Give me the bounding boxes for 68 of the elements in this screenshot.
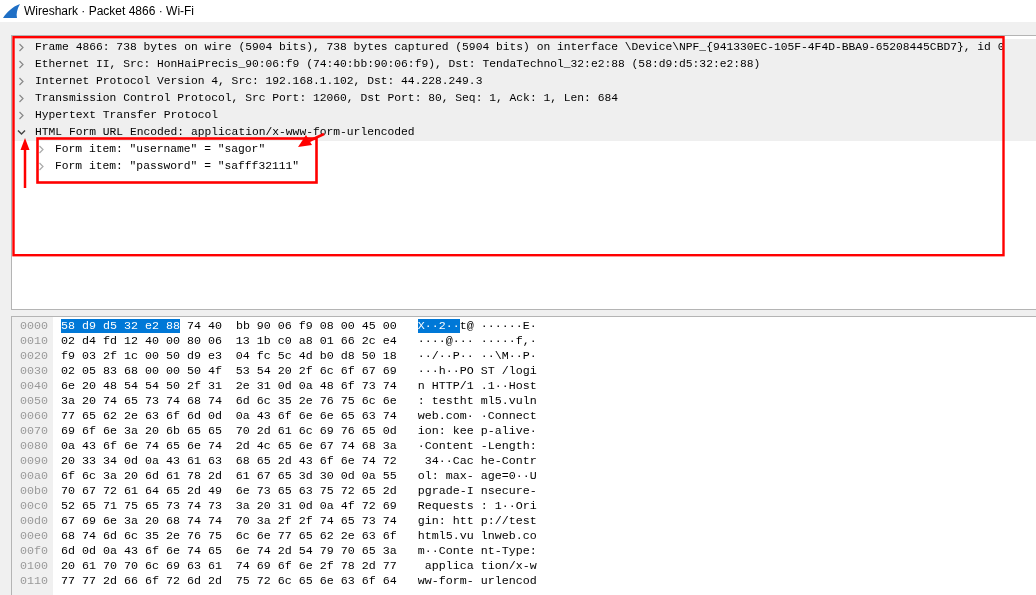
ascii-text: ion: kee p-alive· xyxy=(417,424,537,439)
byte-offset: 0010 xyxy=(20,334,49,349)
ascii-text: pgrade-I nsecure- xyxy=(417,484,537,499)
hex-bytes: 0a 43 6f 6e 74 65 6e 74 2d 4c 65 6e 67 74 68 3a xyxy=(61,439,397,454)
hex-bytes: 20 33 34 0d 0a 43 61 63 68 65 2d 43 6f 6e 74 72 xyxy=(61,454,397,469)
byte-offset: 0040 xyxy=(20,379,49,394)
ascii-text: ol: max- age=0··U xyxy=(417,469,537,484)
ascii-text: ···h··PO ST /logi xyxy=(417,364,537,379)
hex-bytes: 6d 0d 0a 43 6f 6e 74 65 6e 74 2d 54 79 70 65 3a xyxy=(61,544,397,559)
byte-offset: 0050 xyxy=(20,394,49,409)
byte-offset: 0070 xyxy=(20,424,49,439)
chevron-down-icon[interactable] xyxy=(17,128,26,137)
chevron-right-icon[interactable] xyxy=(17,60,26,69)
hex-bytes: 3a 20 74 65 73 74 68 74 6d 6c 35 2e 76 75 6c 6e xyxy=(61,394,397,409)
chevron-right-icon[interactable] xyxy=(17,77,26,86)
chevron-right-icon[interactable] xyxy=(17,94,26,103)
hex-bytes: 70 67 72 61 64 65 2d 49 6e 73 65 63 75 72 65 2d xyxy=(61,484,397,499)
hex-bytes: 69 6f 6e 3a 20 6b 65 65 70 2d 61 6c 69 76 65 0d xyxy=(61,424,397,439)
ascii-text: gin: htt p://test xyxy=(417,514,537,529)
byte-offset: 0000 xyxy=(20,319,49,334)
chevron-right-icon[interactable] xyxy=(17,43,26,52)
chevron-right-icon[interactable] xyxy=(37,162,46,171)
hex-bytes: 6e 20 48 54 54 50 2f 31 2e 31 0d 0a 48 6f 73 74 xyxy=(61,379,397,394)
byte-offset: 00a0 xyxy=(20,469,49,484)
byte-offset: 00b0 xyxy=(20,484,49,499)
window-title: Wireshark · Packet 4866 · Wi-Fi xyxy=(24,4,195,18)
hex-bytes: 02 05 83 68 00 00 50 4f 53 54 20 2f 6c 6f 67 69 xyxy=(61,364,397,379)
hex-bytes: 68 74 6d 6c 35 2e 76 75 6c 6e 77 65 62 2e 63 6f xyxy=(61,529,397,544)
hex-bytes: 20 61 70 70 6c 69 63 61 74 69 6f 6e 2f 78 2d 77 xyxy=(61,559,397,574)
hex-bytes: 58 d9 d5 32 e2 88 74 40 bb 90 06 f9 08 00 45 00 xyxy=(61,319,397,334)
hex-bytes: 52 65 71 75 65 73 74 73 3a 20 31 0d 0a 4f 72 69 xyxy=(61,499,397,514)
ascii-text: html5.vu lnweb.co xyxy=(417,529,537,544)
byte-offset: 0100 xyxy=(20,559,49,574)
byte-offset: 00e0 xyxy=(20,529,49,544)
tree-item[interactable]: Hypertext Transfer Protocol xyxy=(35,107,219,124)
ascii-text: X··2··t@ ······E· xyxy=(417,319,537,334)
ascii-text: web.com· ·Connect xyxy=(417,409,537,424)
byte-offset: 0110 xyxy=(20,574,49,589)
ascii-text: ····@··· ·····f,· xyxy=(417,334,537,349)
hex-bytes: 6f 6c 3a 20 6d 61 78 2d 61 67 65 3d 30 0d 0a 55 xyxy=(61,469,397,484)
ascii-text: ··/··P·· ··\M··P· xyxy=(417,349,537,364)
chevron-right-icon[interactable] xyxy=(37,145,46,154)
hex-bytes: 77 65 62 2e 63 6f 6d 0d 0a 43 6f 6e 6e 65 63 74 xyxy=(61,409,397,424)
byte-offset: 0090 xyxy=(20,454,49,469)
hex-bytes: 67 69 6e 3a 20 68 74 74 70 3a 2f 2f 74 65 73 74 xyxy=(61,514,397,529)
byte-offset: 0060 xyxy=(20,409,49,424)
ascii-text: applica tion/x-w xyxy=(423,559,537,574)
byte-offset: 00d0 xyxy=(20,514,49,529)
ascii-text: m··Conte nt-Type: xyxy=(417,544,537,559)
byte-offset: 0030 xyxy=(20,364,49,379)
chevron-right-icon[interactable] xyxy=(17,111,26,120)
ascii-text: : testht ml5.vuln xyxy=(417,394,537,409)
shark-fin-icon xyxy=(3,4,20,18)
hex-bytes: 77 77 2d 66 6f 72 6d 2d 75 72 6c 65 6e 63 6f 64 xyxy=(61,574,397,589)
byte-offset: 00c0 xyxy=(20,499,49,514)
byte-offset: 0020 xyxy=(20,349,49,364)
ascii-text: ww-form- urlencod xyxy=(417,574,537,589)
tree-item[interactable]: Form item: "password" = "safff32111" xyxy=(55,158,300,175)
ascii-text: ·Content -Length: xyxy=(417,439,537,454)
ascii-text: 34··Cac he-Contr xyxy=(423,454,537,469)
ascii-text: Requests : 1··Ori xyxy=(417,499,537,514)
hex-bytes: 02 d4 fd 12 40 00 80 06 13 1b c0 a8 01 66 2c e4 xyxy=(61,334,397,349)
byte-offset: 0080 xyxy=(20,439,49,454)
hex-bytes: f9 03 2f 1c 00 50 d9 e3 04 fc 5c 4d b0 d8 50 18 xyxy=(61,349,397,364)
byte-offset: 00f0 xyxy=(20,544,49,559)
annotation-arrow xyxy=(20,138,30,188)
tree-item[interactable]: Form item: "username" = "sagor" xyxy=(55,141,266,158)
ascii-text: n HTTP/1 .1··Host xyxy=(417,379,537,394)
